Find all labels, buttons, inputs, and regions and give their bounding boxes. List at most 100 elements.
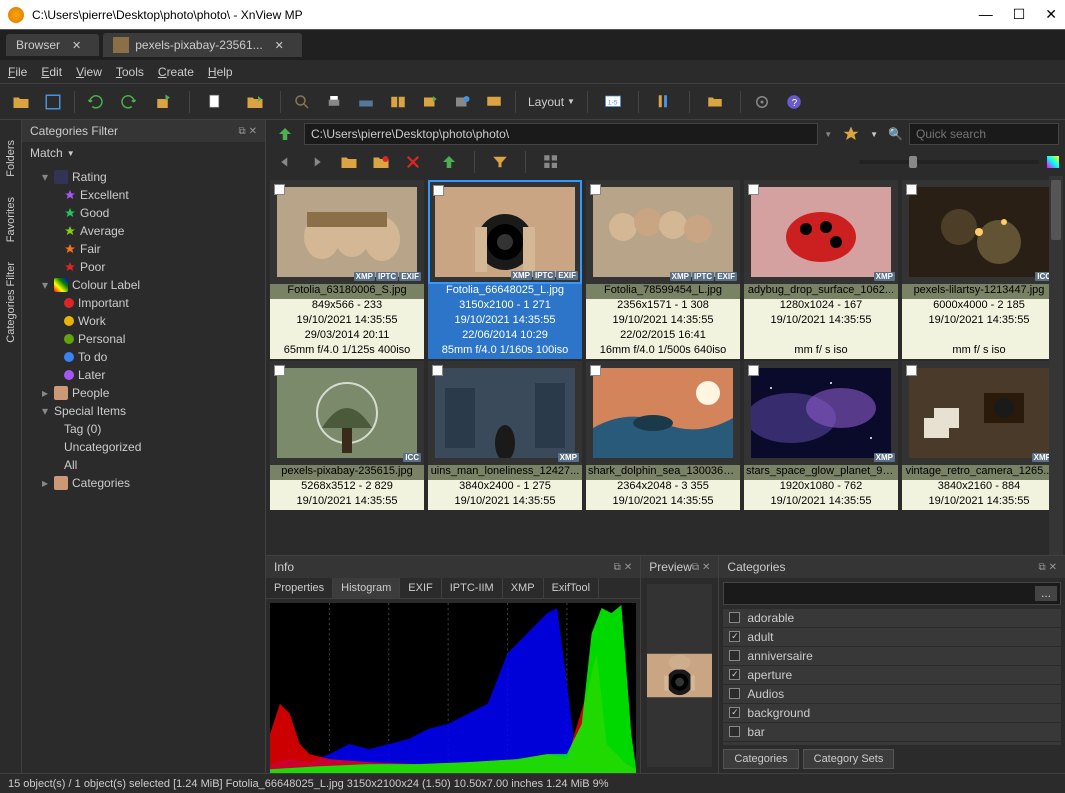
thumbnail-cell[interactable]: XMPstars_space_glow_planet_99...1920x108… (744, 361, 898, 510)
tree-colour[interactable]: ▾Colour Label (22, 276, 265, 294)
category-checkbox[interactable]: ✓ (729, 707, 740, 718)
menu-tools[interactable]: Tools (116, 65, 144, 79)
tree-colour-item[interactable]: Work (22, 312, 265, 330)
tree-rating-item[interactable]: Excellent (22, 186, 265, 204)
thumb-checkbox[interactable] (906, 184, 917, 195)
nav-back-icon[interactable] (272, 149, 298, 175)
thumb-checkbox[interactable] (748, 184, 759, 195)
view-mode-icon[interactable] (534, 149, 568, 175)
tree-rating[interactable]: ▾Rating (22, 168, 265, 186)
cat-tab-sets[interactable]: Category Sets (803, 749, 895, 769)
sort-icon[interactable] (647, 89, 681, 115)
thumbnail-image[interactable]: XMP (902, 361, 1056, 465)
menu-file[interactable]: File (8, 65, 27, 79)
info-tab[interactable]: ExifTool (544, 578, 600, 598)
undock-icon[interactable]: ⧉ (614, 562, 621, 573)
info-tab[interactable]: EXIF (400, 578, 441, 598)
tree-colour-item[interactable]: Personal (22, 330, 265, 348)
category-checkbox[interactable]: ✓ (729, 669, 740, 680)
thumbnail-cell[interactable]: XMPadybug_drop_surface_1062...1280x1024 … (744, 180, 898, 359)
path-input[interactable] (304, 123, 818, 145)
filter-icon[interactable] (483, 149, 517, 175)
print-icon[interactable] (321, 89, 347, 115)
layout-dropdown[interactable]: Layout ▼ (524, 95, 579, 109)
thumb-checkbox[interactable] (590, 365, 601, 376)
compare-icon[interactable] (385, 89, 411, 115)
dock-tab-folders[interactable]: Folders (5, 140, 17, 177)
thumb-checkbox[interactable] (432, 365, 443, 376)
menu-view[interactable]: View (76, 65, 102, 79)
nav-forward-icon[interactable] (304, 149, 330, 175)
dock-tab-categories-filter[interactable]: Categories Filter (5, 262, 17, 343)
thumbnail-image[interactable]: XMPIPTCEXIF (270, 180, 424, 284)
settings-icon[interactable] (749, 89, 775, 115)
category-checkbox[interactable] (729, 726, 740, 737)
menu-edit[interactable]: Edit (41, 65, 62, 79)
category-filter-input[interactable] (727, 586, 1033, 601)
move-to-icon[interactable] (238, 89, 272, 115)
scrollbar[interactable] (1049, 176, 1063, 555)
tree-colour-item[interactable]: Important (22, 294, 265, 312)
menu-help[interactable]: Help (208, 65, 233, 79)
thumbnail-image[interactable]: ICC (902, 180, 1056, 284)
tab-close-icon[interactable]: ✕ (72, 39, 81, 52)
path-dropdown-icon[interactable]: ▼ (824, 130, 832, 139)
tree-people[interactable]: ▸People (22, 384, 265, 402)
minimize-button[interactable]: — (979, 6, 993, 23)
tab-browser[interactable]: Browser ✕ (6, 34, 99, 56)
thumbnail-image[interactable]: XMP (744, 180, 898, 284)
thumbnail-cell[interactable]: XMPIPTCEXIFFotolia_63180006_S.jpg849x566… (270, 180, 424, 359)
close-button[interactable]: ✕ (1045, 6, 1057, 23)
thumbnail-cell[interactable]: XMPIPTCEXIFFotolia_66648025_L.jpg3150x21… (428, 180, 582, 359)
thumbnail-cell[interactable]: ICCpexels-lilartsy-1213447.jpg6000x4000 … (902, 180, 1056, 359)
delete-icon[interactable] (400, 149, 426, 175)
scanner-icon[interactable] (353, 89, 379, 115)
category-item[interactable]: Audios (723, 685, 1061, 703)
export-icon[interactable] (147, 89, 181, 115)
category-checkbox[interactable]: ✓ (729, 631, 740, 642)
tree-rating-item[interactable]: Good (22, 204, 265, 222)
batch-convert-icon[interactable] (417, 89, 443, 115)
copy-to-icon[interactable] (198, 89, 232, 115)
thumbnail-image[interactable]: ICC (270, 361, 424, 465)
quick-search-input[interactable] (909, 123, 1059, 145)
info-tab[interactable]: Histogram (333, 578, 400, 598)
tree-special-item[interactable]: All (22, 456, 265, 474)
tab-close-icon[interactable]: ✕ (275, 39, 284, 52)
dock-tab-favorites[interactable]: Favorites (5, 197, 17, 242)
category-item[interactable]: bar (723, 723, 1061, 741)
maximize-button[interactable]: ☐ (1013, 6, 1026, 23)
show-files-icon[interactable] (432, 149, 466, 175)
undock-icon[interactable]: ⧉ (238, 126, 245, 137)
thumb-checkbox[interactable] (274, 184, 285, 195)
panel-close-icon[interactable]: ✕ (624, 562, 632, 573)
folder-open-icon[interactable] (8, 89, 34, 115)
tree-colour-item[interactable]: To do (22, 348, 265, 366)
zoom-slider[interactable] (574, 156, 1059, 168)
category-more-button[interactable]: ... (1035, 586, 1057, 601)
panel-close-icon[interactable]: ✕ (249, 126, 257, 137)
tree-rating-item[interactable]: Poor (22, 258, 265, 276)
thumb-checkbox[interactable] (906, 365, 917, 376)
info-tab[interactable]: IPTC-IIM (442, 578, 503, 598)
tree-rating-item[interactable]: Average (22, 222, 265, 240)
info-tab[interactable]: Properties (266, 578, 333, 598)
thumbnail-cell[interactable]: XMPvintage_retro_camera_1265...3840x2160… (902, 361, 1056, 510)
thumbnail-image[interactable]: XMP (744, 361, 898, 465)
tree-special[interactable]: ▾Special Items (22, 402, 265, 420)
recurse-icon[interactable] (698, 89, 732, 115)
fullscreen-icon[interactable] (40, 89, 66, 115)
rotate-ccw-icon[interactable] (83, 89, 109, 115)
help-icon[interactable]: ? (781, 89, 807, 115)
tree-categories[interactable]: ▸Categories (22, 474, 265, 492)
open-folder-icon[interactable] (336, 149, 362, 175)
new-folder-icon[interactable] (368, 149, 394, 175)
category-item[interactable]: ✓adult (723, 628, 1061, 646)
category-item[interactable]: ✓beautiful (723, 742, 1061, 745)
thumbnail-image[interactable]: XMP (428, 361, 582, 465)
category-item[interactable]: adorable (723, 609, 1061, 627)
thumbnail-image[interactable]: XMPIPTCEXIF (428, 180, 582, 284)
category-item[interactable]: anniversaire (723, 647, 1061, 665)
color-icon[interactable] (1047, 156, 1059, 168)
tree-colour-item[interactable]: Later (22, 366, 265, 384)
